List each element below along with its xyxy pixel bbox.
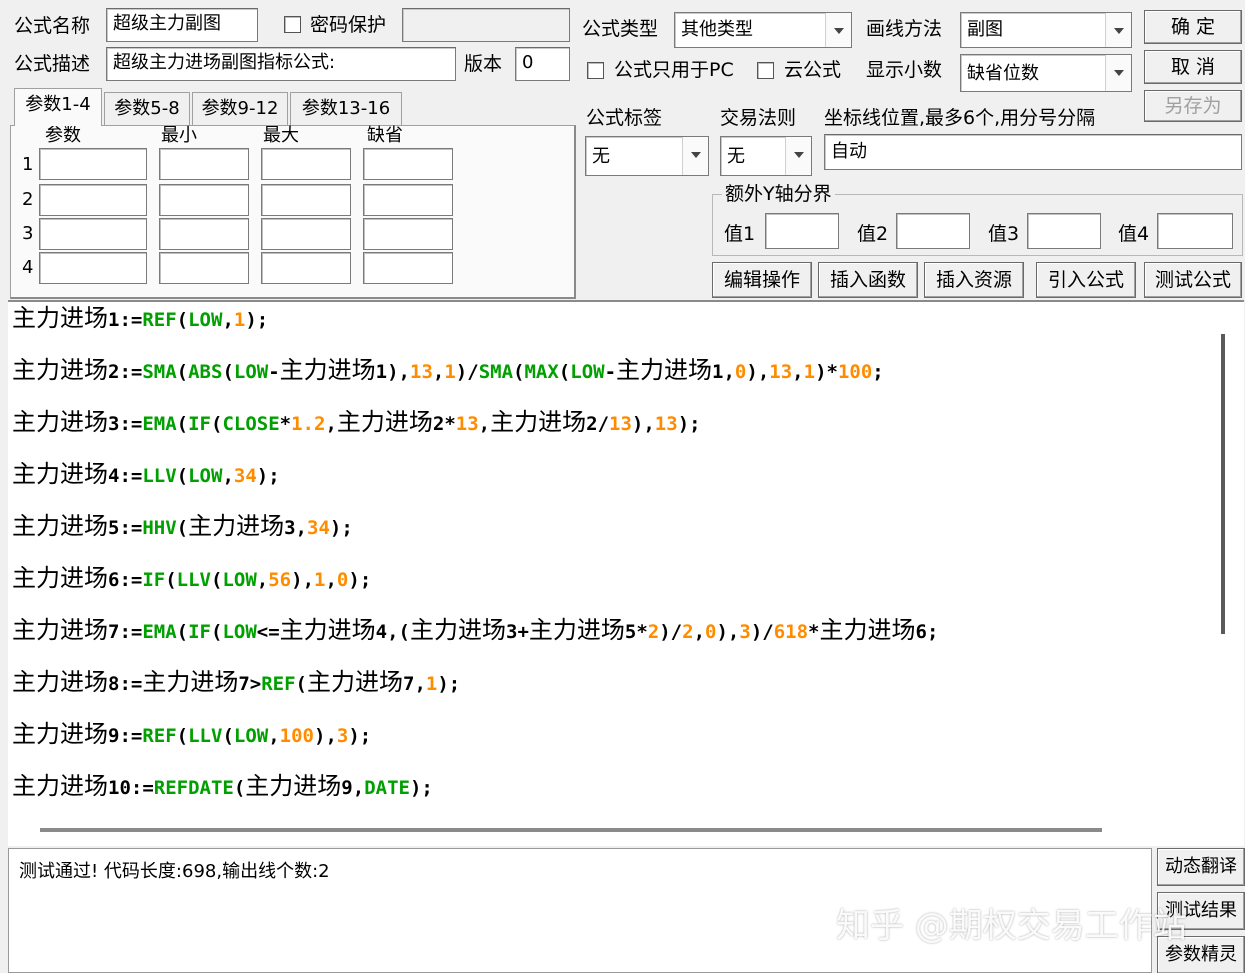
decimals-label: 显示小数 — [866, 59, 943, 81]
draw-method-value: 副图 — [967, 19, 1003, 40]
code-line: 主力进场1:=REF(LOW,1); — [12, 304, 269, 332]
param-header-name: 参数 — [45, 125, 81, 146]
output-message: 测试通过! 代码长度:698,输出线个数:2 — [19, 861, 330, 882]
tab-params-13-16[interactable]: 参数13-16 — [290, 92, 402, 126]
formula-type-label: 公式类型 — [582, 18, 659, 40]
formula-tag-value: 无 — [592, 146, 610, 167]
formula-tag-select[interactable]: 无 — [585, 136, 709, 176]
trade-rule-value: 无 — [727, 146, 745, 167]
formula-desc-input[interactable]: 超级主力进场副图指标公式: — [106, 47, 456, 81]
code-line: 主力进场3:=EMA(IF(CLOSE*1.2,主力进场2*13,主力进场2/1… — [12, 408, 701, 436]
yaxis-value2-label: 值2 — [857, 223, 889, 245]
insert-function-button[interactable]: 插入函数 — [818, 262, 918, 298]
pc-only-checkbox[interactable] — [587, 62, 604, 79]
yaxis-value3-label: 值3 — [988, 223, 1020, 245]
param-row-number: 3 — [22, 223, 34, 244]
param-2-name-input[interactable] — [39, 184, 147, 216]
draw-method-label: 画线方法 — [866, 18, 943, 40]
param-2-min-input[interactable] — [159, 184, 249, 216]
param-3-max-input[interactable] — [261, 218, 351, 250]
chevron-down-icon[interactable] — [1105, 55, 1131, 91]
decimals-select[interactable]: 缺省位数 — [960, 54, 1132, 92]
param-4-default-input[interactable] — [363, 252, 453, 284]
code-editor[interactable]: 主力进场1:=REF(LOW,1); 主力进场2:=SMA(ABS(LOW-主力进… — [8, 300, 1244, 846]
tab-params-1-4[interactable]: 参数1-4 — [14, 88, 102, 126]
param-4-max-input[interactable] — [261, 252, 351, 284]
param-2-max-input[interactable] — [261, 184, 351, 216]
dynamic-translate-button[interactable]: 动态翻译 — [1157, 848, 1245, 886]
formula-type-value: 其他类型 — [681, 19, 753, 40]
code-line: 主力进场6:=IF(LLV(LOW,56),1,0); — [12, 564, 372, 592]
test-formula-button[interactable]: 测试公式 — [1144, 262, 1242, 298]
ok-button[interactable]: 确 定 — [1144, 10, 1242, 44]
chevron-down-icon[interactable] — [825, 13, 851, 47]
code-line: 主力进场7:=EMA(IF(LOW<=主力进场4,(主力进场3+主力进场5*2)… — [12, 616, 939, 644]
axis-position-input[interactable]: 自动 — [824, 134, 1242, 170]
edit-ops-button[interactable]: 编辑操作 — [712, 262, 812, 298]
import-formula-button[interactable]: 引入公式 — [1036, 262, 1136, 298]
save-as-button[interactable]: 另存为 — [1144, 90, 1242, 122]
chevron-down-icon[interactable] — [1105, 13, 1131, 47]
decimals-value: 缺省位数 — [967, 63, 1039, 84]
trade-rule-label: 交易法则 — [720, 107, 797, 129]
param-2-default-input[interactable] — [363, 184, 453, 216]
code-line: 主力进场8:=主力进场7>REF(主力进场7,1); — [12, 668, 461, 696]
param-row-number: 4 — [22, 257, 34, 278]
formula-type-select[interactable]: 其他类型 — [674, 12, 852, 48]
watermark: 知乎 @期权交易工作站 — [836, 906, 1187, 946]
param-row-number: 1 — [22, 154, 34, 175]
yaxis-value2-input[interactable] — [896, 213, 970, 249]
trade-rule-select[interactable]: 无 — [720, 136, 812, 176]
chevron-down-icon[interactable] — [682, 137, 708, 175]
param-1-max-input[interactable] — [261, 148, 351, 180]
code-line: 主力进场2:=SMA(ABS(LOW-主力进场1),13,1)/SMA(MAX(… — [12, 356, 884, 384]
draw-method-select[interactable]: 副图 — [960, 12, 1132, 48]
params-panel: 参数 最小 最大 缺省 1 2 3 4 — [10, 125, 576, 299]
code-line: 主力进场9:=REF(LLV(LOW,100),3); — [12, 720, 372, 748]
param-header-min: 最小 — [161, 125, 197, 146]
insert-resource-button[interactable]: 插入资源 — [924, 262, 1024, 298]
param-3-default-input[interactable] — [363, 218, 453, 250]
code-line: 主力进场4:=LLV(LOW,34); — [12, 460, 280, 488]
code-line: 主力进场5:=HHV(主力进场3,34); — [12, 512, 353, 540]
yaxis-value4-label: 值4 — [1118, 223, 1150, 245]
yaxis-value1-input[interactable] — [765, 213, 839, 249]
yaxis-value4-input[interactable] — [1157, 213, 1233, 249]
cancel-button[interactable]: 取 消 — [1144, 50, 1242, 84]
param-3-name-input[interactable] — [39, 218, 147, 250]
chevron-down-icon[interactable] — [785, 137, 811, 175]
param-1-name-input[interactable] — [39, 148, 147, 180]
version-label: 版本 — [464, 53, 503, 75]
tab-params-5-8[interactable]: 参数5-8 — [104, 92, 190, 126]
pc-only-label: 公式只用于PC — [614, 59, 734, 81]
yaxis-value3-input[interactable] — [1027, 213, 1101, 249]
horizontal-scrollbar[interactable] — [40, 828, 1102, 832]
password-input[interactable] — [402, 8, 570, 42]
cloud-formula-checkbox[interactable] — [757, 62, 774, 79]
param-3-min-input[interactable] — [159, 218, 249, 250]
yaxis-value1-label: 值1 — [724, 223, 756, 245]
tab-params-9-12[interactable]: 参数9-12 — [192, 92, 288, 126]
param-4-name-input[interactable] — [39, 252, 147, 284]
vertical-scrollbar[interactable] — [1221, 334, 1225, 634]
password-protect-checkbox[interactable] — [284, 16, 301, 33]
extra-yaxis-label: 额外Y轴分界 — [722, 182, 835, 206]
cloud-formula-label: 云公式 — [784, 59, 842, 81]
axis-position-label: 坐标线位置,最多6个,用分号分隔 — [824, 107, 1096, 129]
param-header-default: 缺省 — [367, 125, 403, 146]
param-header-max: 最大 — [263, 125, 299, 146]
password-protect-label: 密码保护 — [310, 14, 387, 36]
code-line: 主力进场10:=REFDATE(主力进场9,DATE); — [12, 772, 433, 800]
version-input[interactable]: 0 — [515, 47, 570, 81]
param-1-default-input[interactable] — [363, 148, 453, 180]
param-4-min-input[interactable] — [159, 252, 249, 284]
formula-name-input[interactable]: 超级主力副图 — [106, 8, 258, 42]
formula-desc-label: 公式描述 — [14, 53, 91, 75]
param-row-number: 2 — [22, 189, 34, 210]
formula-tag-label: 公式标签 — [586, 107, 663, 129]
param-1-min-input[interactable] — [159, 148, 249, 180]
formula-name-label: 公式名称 — [14, 15, 91, 37]
